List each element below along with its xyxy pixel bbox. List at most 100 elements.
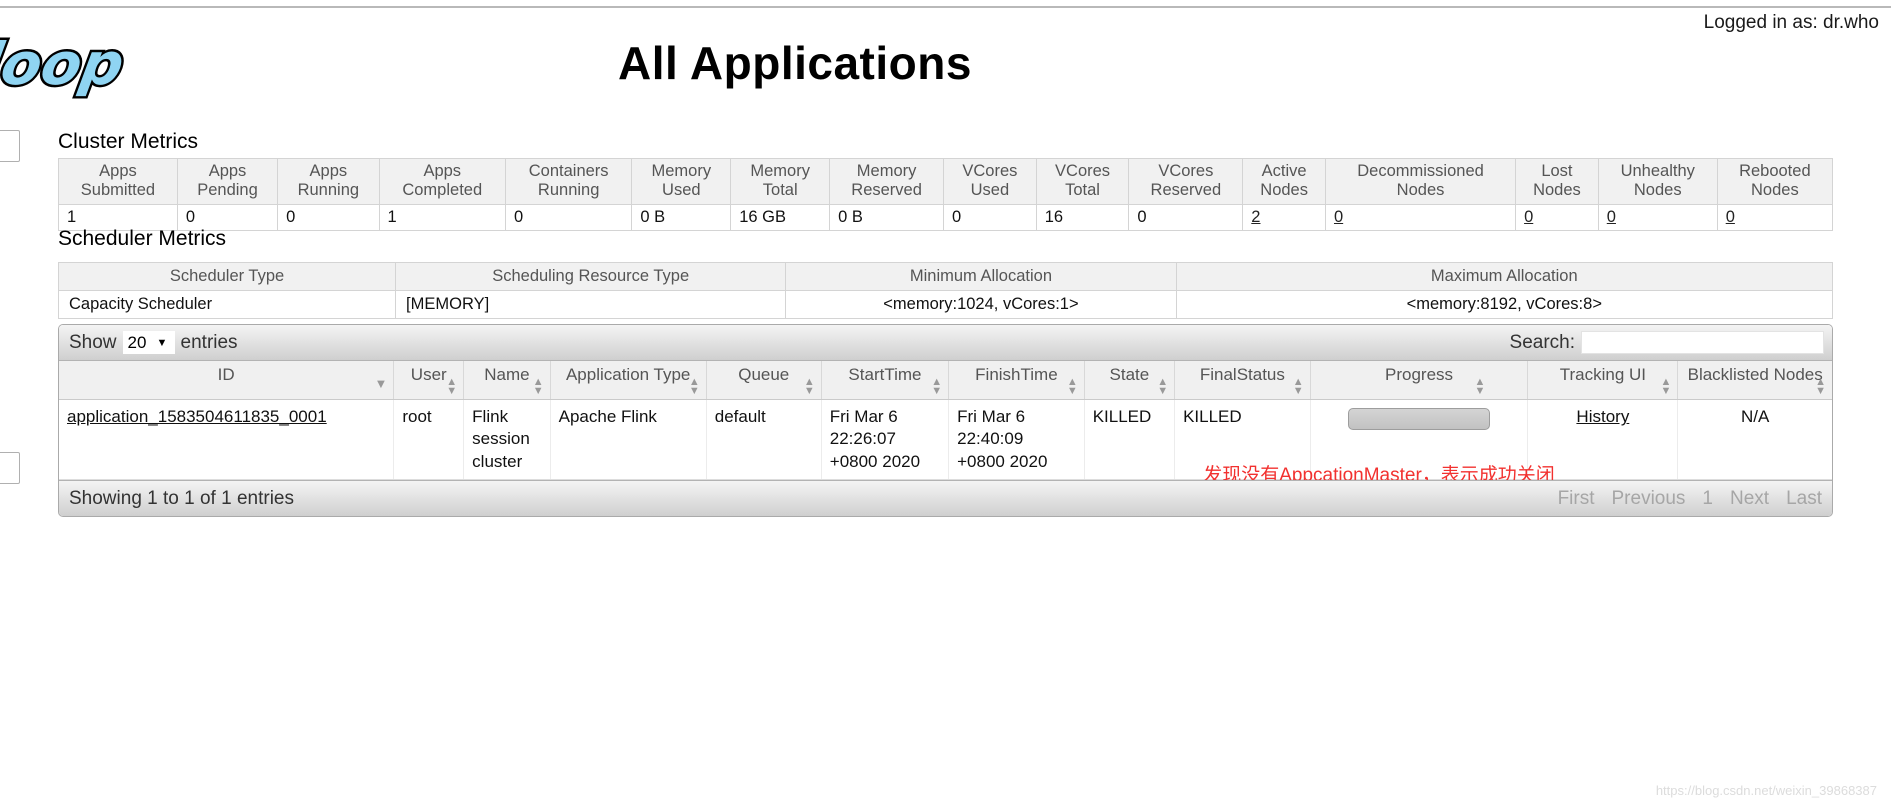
val-unhealthy-nodes-link[interactable]: 0	[1607, 208, 1616, 226]
val-vcores-reserved: 0	[1128, 204, 1244, 231]
th-final-status-label: FinalStatus	[1199, 365, 1285, 384]
th-finish-time-label: FinishTime	[975, 365, 1058, 384]
col-vcores-reserved: VCores Reserved	[1128, 158, 1244, 205]
col-minimum-allocation: Minimum Allocation	[785, 261, 1177, 292]
pagination-last[interactable]: Last	[1786, 488, 1822, 510]
th-queue-label: Queue	[738, 365, 790, 384]
sort-both-icon: ▲ ▼	[1815, 375, 1826, 398]
col-memory-reserved: Memory Reserved	[829, 158, 945, 205]
th-tracking-ui-label: Tracking UI	[1559, 365, 1647, 384]
sort-both-icon: ▲ ▼	[1066, 375, 1078, 398]
col-maximum-allocation: Maximum Allocation	[1175, 261, 1834, 292]
th-finish-time[interactable]: FinishTime ▲ ▼	[948, 361, 1085, 401]
watermark-text: https://blog.csdn.net/weixin_39868387	[1655, 783, 1877, 798]
sort-both-icon: ▲ ▼	[803, 376, 815, 398]
applications-header-row: ID ▼ User ▲ ▼ Name ▲ ▼ Application Type ▲ ▼	[59, 361, 1832, 401]
applications-datatable-panel: Show 20 ▼ entries Search: ID ▼ User ▲ ▼ …	[58, 324, 1833, 517]
th-blacklisted-nodes-label: Blacklisted Nodes	[1687, 365, 1823, 384]
pagination-previous[interactable]: Previous	[1612, 488, 1686, 510]
th-name-label: Name	[484, 365, 530, 384]
datatable-footer: Showing 1 to 1 of 1 entries First Previo…	[59, 479, 1832, 516]
col-rebooted-nodes: Rebooted Nodes	[1716, 158, 1834, 205]
hadoop-logo[interactable]: ndoop	[0, 26, 198, 106]
th-queue[interactable]: Queue ▲ ▼	[706, 361, 822, 401]
th-final-status[interactable]: FinalStatus ▲ ▼	[1174, 361, 1311, 401]
val-apps-running: 0	[277, 204, 380, 231]
col-apps-running: Apps Running	[277, 158, 380, 205]
th-id-label: ID	[217, 365, 235, 384]
progress-bar	[1348, 408, 1491, 431]
cell-queue: default	[706, 399, 822, 480]
val-rebooted-nodes-link[interactable]: 0	[1726, 208, 1735, 226]
pagination-page-1[interactable]: 1	[1702, 488, 1713, 510]
cell-blacklisted-nodes: N/A	[1677, 399, 1832, 480]
th-id[interactable]: ID ▼	[59, 361, 395, 401]
th-name[interactable]: Name ▲ ▼	[463, 361, 551, 401]
val-lost-nodes-link[interactable]: 0	[1524, 208, 1533, 226]
cluster-metrics-table: Apps Submitted Apps Pending Apps Running Ap…	[58, 158, 1834, 231]
table-row: application_1583504611835_0001 root Flin…	[59, 399, 1832, 486]
col-apps-pending: Apps Pending	[176, 158, 279, 205]
entries-label: entries	[180, 331, 238, 353]
cell-application-type: Apache Flink	[550, 399, 707, 480]
val-unhealthy-nodes-cell: 0	[1597, 204, 1718, 231]
cluster-metrics-value-row: 1 0 0 1 0 0 B 16 GB 0 B 0 16 0 2 0 0 0 0	[58, 204, 1834, 231]
svg-text:ndoop: ndoop	[0, 30, 129, 97]
th-start-time[interactable]: StartTime ▲ ▼	[821, 361, 950, 401]
scheduler-metrics-header-row: Scheduler Type Scheduling Resource Type …	[57, 261, 1834, 292]
val-scheduling-resource-type: [MEMORY]	[395, 290, 787, 320]
col-apps-completed: Apps Completed	[378, 158, 506, 205]
val-decommissioned-nodes-link[interactable]: 0	[1334, 208, 1343, 226]
entries-length-control: Show 20 ▼ entries	[69, 331, 238, 354]
logged-in-label: Logged in as: dr.who	[1703, 12, 1879, 33]
th-user[interactable]: User ▲ ▼	[393, 361, 465, 401]
cluster-metrics-header-row: Apps Submitted Apps Pending Apps Running Ap…	[58, 158, 1834, 205]
application-id-link[interactable]: application_1583504611835_0001	[67, 407, 327, 426]
th-tracking-ui[interactable]: Tracking UI ▲ ▼	[1527, 361, 1679, 401]
th-blacklisted-nodes[interactable]: Blacklisted Nodes ▲ ▼	[1677, 361, 1832, 401]
sort-both-icon: ▲ ▼	[532, 375, 544, 398]
entries-per-page-value: 20	[127, 332, 147, 352]
cluster-metrics-heading: Cluster Metrics	[58, 130, 199, 153]
cell-id: application_1583504611835_0001	[59, 399, 395, 480]
datatable-toolbar: Show 20 ▼ entries Search:	[59, 325, 1832, 361]
th-progress[interactable]: Progress ▲ ▼	[1310, 361, 1529, 401]
tracking-ui-history-link[interactable]: History	[1576, 407, 1629, 426]
val-rebooted-nodes-cell: 0	[1716, 204, 1834, 231]
sort-desc-icon: ▼	[374, 376, 388, 391]
val-memory-used: 0 B	[631, 204, 732, 231]
pagination: First Previous 1 Next Last	[1558, 488, 1822, 510]
th-application-type[interactable]: Application Type ▲ ▼	[550, 361, 707, 401]
cell-user: root	[393, 399, 465, 480]
col-unhealthy-nodes: Unhealthy Nodes	[1597, 158, 1718, 205]
sort-both-icon: ▲ ▼	[931, 375, 943, 398]
val-vcores-total: 16	[1035, 204, 1130, 231]
th-start-time-label: StartTime	[848, 365, 922, 384]
cell-name: Flink session cluster	[463, 399, 551, 480]
val-active-nodes-link[interactable]: 2	[1251, 208, 1260, 226]
sort-both-icon: ▲ ▼	[446, 375, 458, 398]
search-input[interactable]	[1581, 331, 1824, 354]
val-memory-total: 16 GB	[730, 204, 831, 231]
col-vcores-total: VCores Total	[1035, 158, 1130, 205]
search-filter-control: Search:	[1510, 331, 1824, 354]
entries-per-page-select[interactable]: 20 ▼	[122, 331, 175, 354]
pagination-next[interactable]: Next	[1730, 488, 1769, 510]
col-active-nodes: Active Nodes	[1242, 158, 1326, 205]
th-state-label: State	[1109, 365, 1150, 384]
scheduler-metrics-value-row: Capacity Scheduler [MEMORY] <memory:1024…	[57, 290, 1834, 320]
applications-table: ID ▼ User ▲ ▼ Name ▲ ▼ Application Type ▲ ▼	[59, 361, 1832, 486]
cell-tracking-ui: History 发现没有AppcationMaster，表示成功关闭	[1203, 399, 1679, 486]
col-lost-nodes: Lost Nodes	[1515, 158, 1599, 205]
th-state[interactable]: State ▲ ▼	[1084, 361, 1176, 401]
cell-start-time: Fri Mar 6 22:26:07 +0800 2020	[821, 399, 950, 480]
pagination-first[interactable]: First	[1558, 488, 1595, 510]
val-memory-reserved: 0 B	[829, 204, 945, 231]
chevron-down-icon: ▼	[156, 336, 168, 349]
scheduler-metrics-table: Scheduler Type Scheduling Resource Type …	[57, 261, 1834, 320]
sidebar-nav-stub-top[interactable]	[0, 130, 20, 162]
val-decommissioned-nodes-cell: 0	[1324, 204, 1517, 231]
sort-both-icon: ▲ ▼	[1660, 375, 1672, 398]
sidebar-nav-stub-bottom[interactable]	[0, 452, 20, 484]
datatable-info: Showing 1 to 1 of 1 entries	[69, 487, 294, 509]
